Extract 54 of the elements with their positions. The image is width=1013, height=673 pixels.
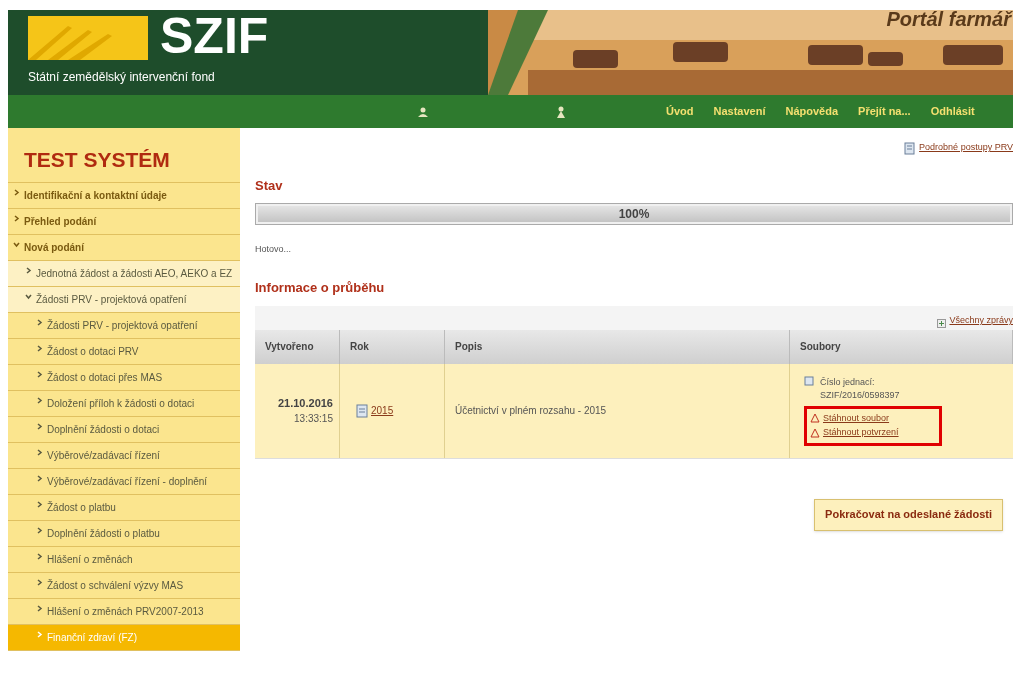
document-icon <box>356 403 368 418</box>
chevron-right-icon <box>36 552 44 560</box>
column-header: Rok <box>340 329 445 364</box>
chevron-right-icon <box>36 578 44 586</box>
sidebar-item[interactable]: Žádosti PRV - projektová opatření <box>8 286 240 313</box>
download-link[interactable]: Stáhnout potvrzení <box>823 426 899 440</box>
sidebar-item[interactable]: Jednotná žádost a žádosti AEO, AEKO a EZ <box>8 260 240 287</box>
column-header: Soubory <box>790 329 1013 364</box>
chevron-right-icon <box>36 448 44 456</box>
nav-link[interactable]: Nastavení <box>713 103 766 120</box>
nav-link[interactable]: Úvod <box>666 103 694 120</box>
chevron-right-icon <box>13 214 21 222</box>
chevron-down-icon <box>25 292 33 300</box>
logo-text: SZIF <box>160 12 269 60</box>
chevron-right-icon <box>36 630 44 638</box>
chevron-right-icon <box>36 318 44 326</box>
document-icon <box>904 141 917 155</box>
nav-link[interactable]: Přejít na... <box>858 103 911 120</box>
document-icon <box>804 375 814 386</box>
time-text: 13:33:15 <box>294 412 333 427</box>
portal-title: Portál farmář <box>886 10 1011 32</box>
chevron-right-icon <box>13 188 21 196</box>
continue-button[interactable]: Pokračovat na odeslané žádosti <box>814 498 1003 531</box>
messages-link[interactable]: Všechny zprávy <box>949 314 1013 328</box>
reference-label: Číslo jednací: <box>820 375 876 389</box>
section-heading: Informace o průběhu <box>255 279 386 297</box>
chevron-right-icon <box>36 526 44 534</box>
logo-field-icon <box>28 16 148 60</box>
status-text: Hotovo... <box>255 242 293 256</box>
download-link[interactable]: Stáhnout soubor <box>823 411 890 425</box>
column-header: Popis <box>445 329 790 364</box>
date-text: 21.10.2016 <box>277 395 333 411</box>
chevron-right-icon <box>36 422 44 430</box>
user-icon[interactable] <box>556 105 566 118</box>
chevron-right-icon <box>36 344 44 352</box>
year-link[interactable]: 2015 <box>371 403 394 418</box>
table-cell: Účetnictví v plném rozsahu - 2015 <box>445 363 790 458</box>
chevron-right-icon <box>36 370 44 378</box>
chevron-right-icon <box>36 500 44 508</box>
chevron-right-icon <box>25 266 33 274</box>
chevron-right-icon <box>36 396 44 404</box>
chevron-down-icon <box>13 240 21 248</box>
column-header: Vytvořeno <box>255 329 340 364</box>
sidebar-title: TEST SYSTÉM <box>8 144 240 183</box>
nav-link[interactable]: Nápověda <box>785 103 839 120</box>
chevron-right-icon <box>36 474 44 482</box>
nav-link[interactable]: Odhlásit <box>930 103 975 120</box>
logo-subtitle: Státní zemědělský intervenční fond <box>28 69 216 86</box>
chevron-right-icon <box>36 604 44 612</box>
reference-number: SZIF/2016/0598397 <box>820 389 900 402</box>
user-icon[interactable] <box>418 106 428 117</box>
progress-reading: 100% <box>617 205 651 223</box>
guide-link[interactable]: Podrobné postupy PRV <box>919 141 1013 155</box>
section-heading: Stav <box>255 177 284 195</box>
